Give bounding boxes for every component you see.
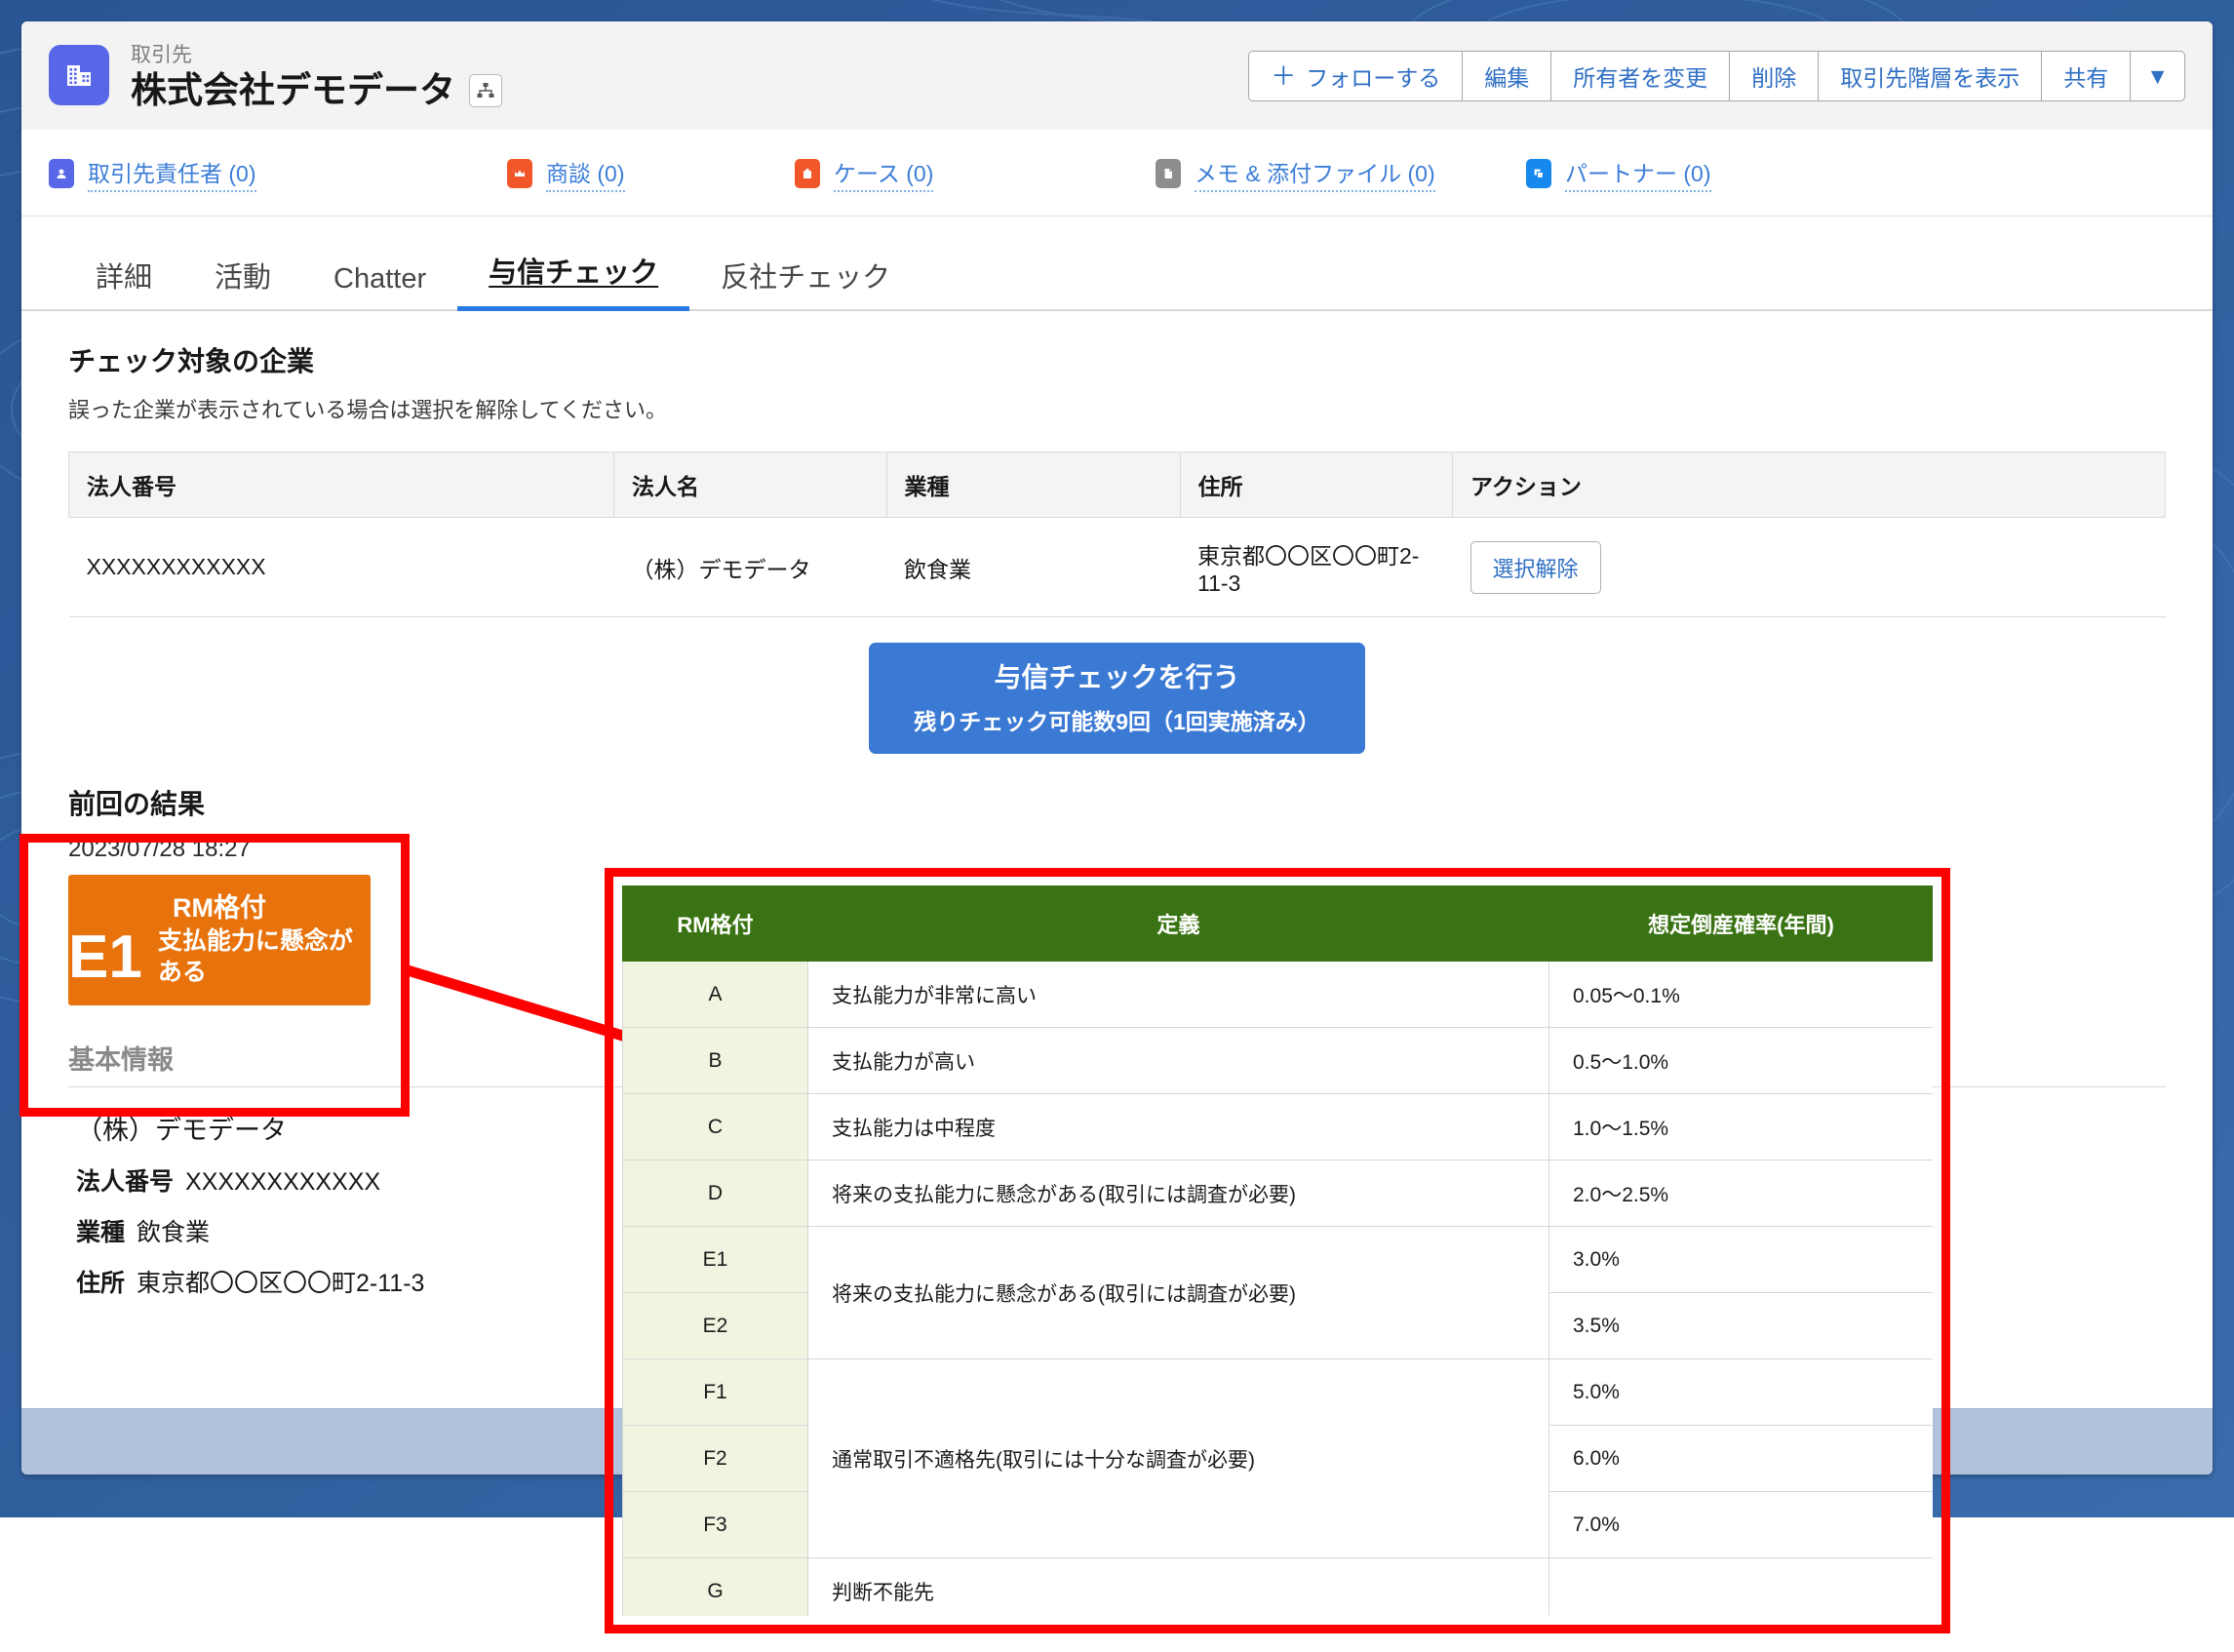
annotation-highlight-rating-table: [605, 868, 1950, 1633]
annotation-highlight-previous-result: [20, 834, 410, 1117]
